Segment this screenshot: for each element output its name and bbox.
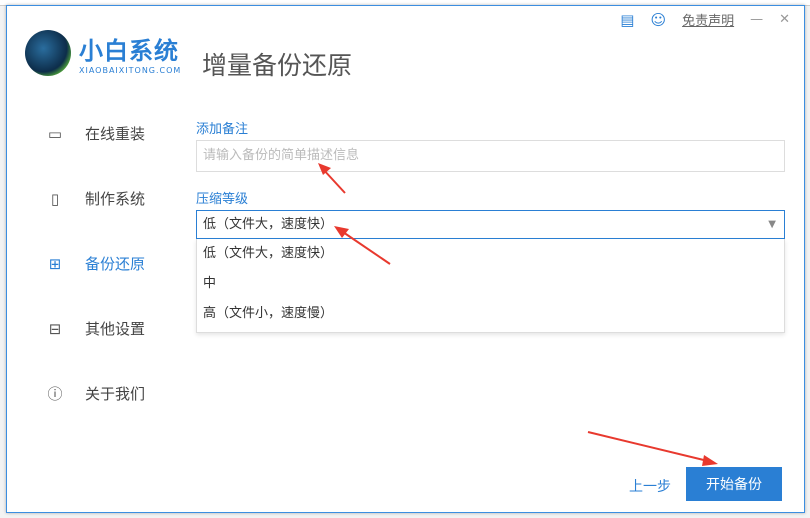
arrow-to-select (339, 229, 391, 265)
arrow-to-start-button (587, 431, 713, 463)
annotation-arrows (318, 163, 718, 466)
